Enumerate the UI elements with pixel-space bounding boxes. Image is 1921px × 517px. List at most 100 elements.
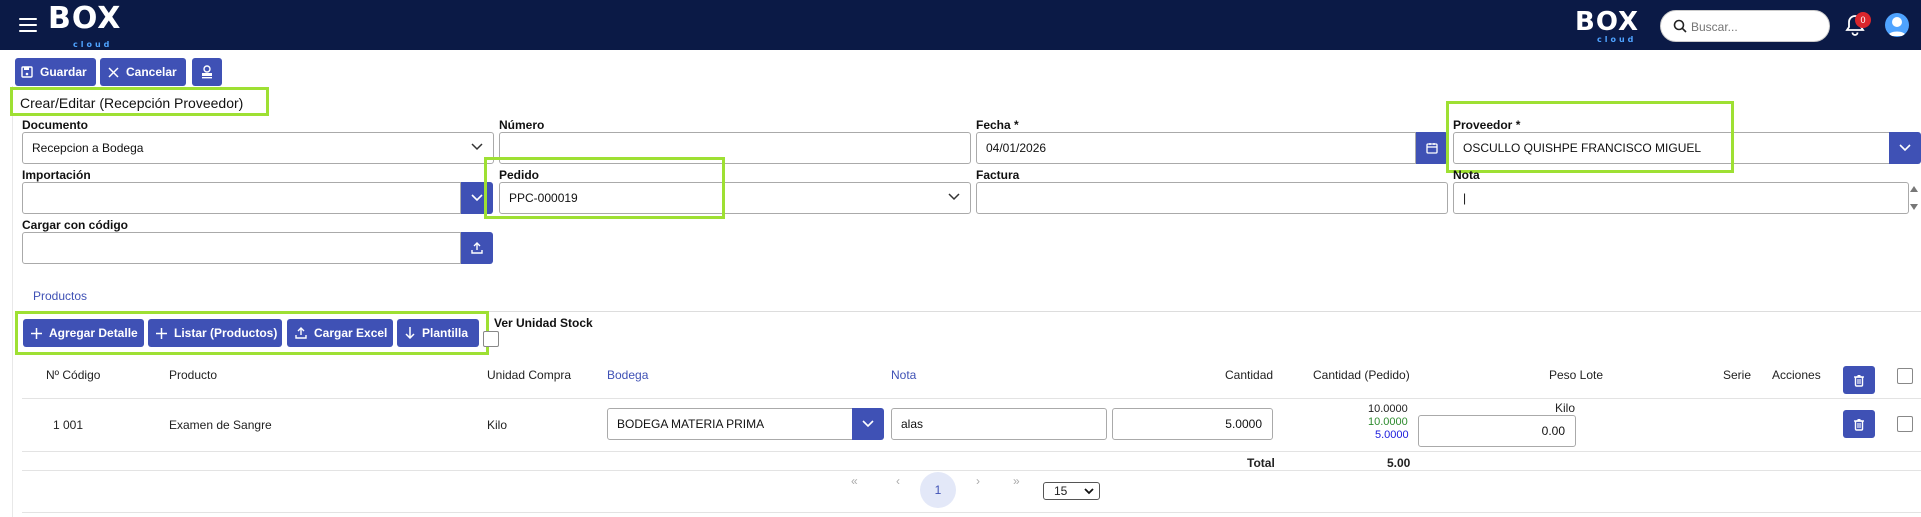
numero-label: Número [499,118,545,132]
col-cantidad: Cantidad [1225,368,1274,382]
upload-icon [295,327,307,339]
chevron-down-icon [862,420,874,428]
row-bodega-dropdown-button[interactable] [852,408,884,440]
add-detail-button[interactable]: Agregar Detalle [23,319,144,347]
row-divider [22,451,1921,452]
brand-logo: BOX cloud [1575,7,1640,44]
row-pedido-total: 10.0000 [1368,403,1408,415]
search-box[interactable] [1660,10,1830,42]
user-avatar[interactable] [1885,13,1909,37]
col-unidad: Unidad Compra [487,368,572,382]
scroll-arrows-icon[interactable] [1909,184,1919,212]
row-pedido-recibido: 10.0000 [1368,416,1408,428]
row-nota-input[interactable]: alas [891,408,1107,440]
bottom-divider [22,512,1921,513]
row-peso-unidad: Kilo [1555,401,1576,415]
row-unidad: Kilo [487,418,508,432]
stamp-icon [202,65,212,79]
template-label: Plantilla [422,326,469,340]
row-pedido-pendiente: 5.0000 [1375,429,1409,441]
delete-all-button[interactable] [1843,366,1875,394]
col-cantidad-pedido: Cantidad (Pedido) [1313,368,1410,382]
arrow-down-icon [405,327,415,339]
col-codigo: Nº Código [46,368,101,382]
col-peso-lote: Peso Lote [1549,368,1604,382]
trash-icon [1854,418,1864,431]
row-bodega-select[interactable]: BODEGA MATERIA PRIMA [607,408,854,440]
notification-badge: 0 [1855,12,1871,28]
chevron-down-icon [1084,488,1094,495]
cancel-button[interactable]: Cancelar [100,58,186,86]
importacion-label: Importación [22,168,91,182]
header-divider [22,398,1921,399]
col-nota[interactable]: Nota [891,368,916,382]
calendar-icon [1426,143,1438,154]
nota-textarea[interactable]: | [1453,182,1909,214]
search-icon [1673,19,1687,33]
row-producto: Examen de Sangre [169,418,272,432]
ver-unidad-stock-checkbox[interactable] [483,331,499,347]
upload-code-button[interactable] [461,232,493,264]
row-cantidad-input[interactable]: 5.0000 [1112,408,1273,440]
col-acciones: Acciones [1772,368,1821,382]
cancel-label: Cancelar [126,65,177,79]
search-input[interactable] [1691,17,1821,37]
chevron-down-icon [948,193,960,201]
prev-page-button[interactable]: ‹ [896,474,900,488]
page-size-value: 15 [1054,484,1068,498]
user-icon [1888,17,1906,36]
fecha-label: Fecha * [976,118,1019,132]
add-detail-label: Agregar Detalle [49,326,138,340]
chevron-down-icon [471,143,483,151]
nota-label: Nota [1453,168,1480,182]
highlight-pedido [484,157,725,219]
cargar-codigo-label: Cargar con código [22,218,129,232]
last-page-button[interactable]: » [1013,474,1020,488]
top-header: BOX cloud BOX cloud 0 [0,0,1921,50]
cargar-codigo-input[interactable] [22,232,461,264]
row-peso-input[interactable]: 0.00 [1418,415,1576,447]
page-title: Crear/Editar (Recepción Proveedor) [20,95,244,111]
calendar-button[interactable] [1416,132,1448,164]
plus-icon [31,327,42,339]
trash-icon [1854,374,1864,387]
col-serie: Serie [1723,368,1752,382]
select-all-checkbox[interactable] [1897,368,1913,384]
save-button[interactable]: Guardar [15,58,96,86]
load-excel-button[interactable]: Cargar Excel [287,319,393,347]
total-value: 5.00 [1387,456,1411,470]
chevron-down-icon [1899,144,1911,152]
col-bodega[interactable]: Bodega [607,368,648,382]
app-logo[interactable]: BOX cloud [48,4,121,50]
fecha-input[interactable]: 04/01/2026 [976,132,1416,164]
menu-icon[interactable] [19,18,37,32]
template-button[interactable]: Plantilla [397,319,479,347]
next-page-button[interactable]: › [976,474,980,488]
factura-input[interactable] [976,182,1448,214]
load-excel-label: Cargar Excel [314,326,388,340]
list-products-button[interactable]: Listar (Productos) [148,319,282,347]
factura-label: Factura [976,168,1020,182]
row-codigo: 1 001 [53,418,84,432]
ver-unidad-stock-label: Ver Unidad Stock [494,316,593,330]
first-page-button[interactable]: « [851,474,858,488]
upload-icon [471,242,483,254]
proveedor-dropdown-button[interactable] [1889,132,1921,164]
tab-productos[interactable]: Productos [33,289,87,303]
chevron-down-icon [471,194,483,202]
total-label: Total [1247,456,1275,470]
page-size-select[interactable]: 15 [1043,482,1100,500]
content-border [12,86,13,517]
highlight-proveedor [1446,101,1734,173]
current-page-button[interactable]: 1 [920,472,956,508]
col-producto: Producto [169,368,218,382]
importacion-select[interactable] [22,182,461,214]
close-icon [108,66,119,78]
plus-icon [156,327,167,339]
row-checkbox[interactable] [1897,416,1913,432]
stamp-button[interactable] [192,58,222,86]
row-delete-button[interactable] [1843,410,1875,438]
documento-select[interactable]: Recepcion a Bodega [22,132,494,164]
save-icon [21,66,33,78]
list-products-label: Listar (Productos) [174,326,278,340]
